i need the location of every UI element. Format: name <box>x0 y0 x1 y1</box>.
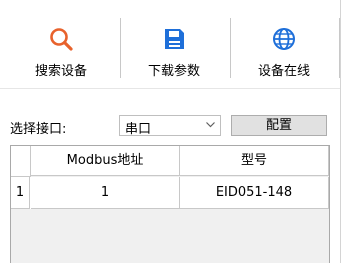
port-label: 选择接口: <box>10 122 67 137</box>
toolbar: 搜索设备 下载参数 设备在线 <box>0 0 340 88</box>
column-header-model[interactable]: 型号 <box>180 146 329 176</box>
cell-address[interactable]: 1 <box>31 177 180 209</box>
cell-model[interactable]: EID051-148 <box>180 177 329 209</box>
row-index: 1 <box>11 177 30 209</box>
device-online-button[interactable]: 设备在线 <box>231 0 337 88</box>
port-select-value: 串口 <box>125 122 152 137</box>
search-icon <box>50 28 73 51</box>
table-row[interactable]: 1 1 EID051-148 <box>11 177 329 209</box>
download-params-button[interactable]: 下载参数 <box>121 0 227 88</box>
globe-icon <box>273 28 295 50</box>
search-device-button[interactable]: 搜索设备 <box>8 0 114 88</box>
download-params-label: 下载参数 <box>147 64 200 79</box>
port-select[interactable]: 串口 <box>119 115 221 137</box>
config-button[interactable]: 配置 <box>231 115 327 136</box>
panel-border <box>340 0 341 263</box>
device-online-label: 设备在线 <box>257 64 310 79</box>
column-header-address[interactable]: Modbus地址 <box>31 146 180 176</box>
device-table: Modbus地址 型号 1 1 EID051-148 <box>10 145 330 263</box>
toolbar-divider <box>0 88 340 89</box>
save-icon <box>165 29 184 49</box>
search-device-label: 搜索设备 <box>34 64 87 79</box>
table-corner <box>11 146 31 177</box>
chevron-down-icon <box>206 122 215 128</box>
